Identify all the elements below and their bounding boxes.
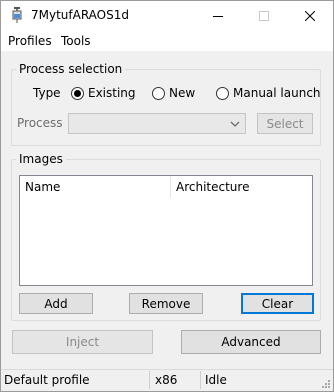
images-label: Images xyxy=(16,152,66,166)
column-name-label: Name xyxy=(25,180,61,194)
minimize-icon xyxy=(213,16,223,17)
syringe-app-icon xyxy=(10,7,24,23)
resize-grip-icon[interactable] xyxy=(321,379,331,389)
remove-button[interactable]: Remove xyxy=(129,293,203,314)
close-button[interactable] xyxy=(287,1,333,31)
close-icon xyxy=(305,11,315,21)
radio-unchecked-icon xyxy=(152,86,165,100)
radio-new-label: New xyxy=(169,86,196,100)
images-list[interactable]: Name Architecture xyxy=(19,175,313,286)
maximize-icon xyxy=(259,11,269,21)
process-selection-group xyxy=(11,69,321,146)
process-combobox[interactable] xyxy=(68,113,246,134)
status-state: Idle xyxy=(205,373,227,387)
menu-tools[interactable]: Tools xyxy=(60,34,92,48)
process-label: Process xyxy=(17,116,63,130)
type-label: Type xyxy=(33,86,61,100)
advanced-button[interactable]: Advanced xyxy=(181,330,321,354)
radio-checked-icon xyxy=(71,86,84,100)
minimize-button[interactable] xyxy=(195,1,241,31)
status-separator xyxy=(149,371,150,389)
column-header-name[interactable]: Name xyxy=(20,176,170,198)
maximize-button xyxy=(241,1,287,31)
column-header-architecture[interactable]: Architecture xyxy=(171,176,312,198)
select-button[interactable]: Select xyxy=(257,113,313,134)
radio-unchecked-icon xyxy=(216,86,229,100)
status-arch: x86 xyxy=(155,373,178,387)
radio-new[interactable]: New xyxy=(152,86,195,100)
radio-existing[interactable]: Existing xyxy=(71,86,136,100)
add-button[interactable]: Add xyxy=(19,293,93,314)
status-profile: Default profile xyxy=(4,373,90,387)
radio-manual-launch[interactable]: Manual launch xyxy=(216,86,321,100)
window-title: 7MytufARAOS1d xyxy=(31,8,129,22)
radio-existing-label: Existing xyxy=(88,86,136,100)
status-separator xyxy=(200,371,201,389)
chevron-down-icon xyxy=(230,121,240,127)
clear-button[interactable]: Clear xyxy=(241,293,314,314)
radio-manual-launch-label: Manual launch xyxy=(233,86,321,100)
menu-profiles[interactable]: Profiles xyxy=(7,34,53,48)
column-architecture-label: Architecture xyxy=(176,180,250,194)
inject-button[interactable]: Inject xyxy=(12,330,153,354)
process-selection-label: Process selection xyxy=(16,62,126,76)
